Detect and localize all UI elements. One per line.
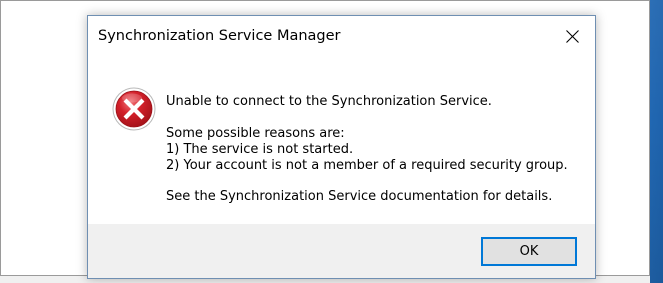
dialog-title: Synchronization Service Manager (98, 28, 341, 44)
dialog-titlebar[interactable]: Synchronization Service Manager (88, 16, 595, 56)
dialog-content: Unable to connect to the Synchronization… (88, 56, 595, 224)
error-reason-2: 2) Your account is not a member of a req… (166, 158, 568, 173)
error-reasons-heading: Some possible reasons are: (166, 126, 345, 141)
error-reason-1: 1) The service is not started. (166, 142, 354, 157)
close-icon (566, 30, 579, 43)
desktop-background: Synchronization Service Manager Unable t… (0, 0, 663, 283)
message-dialog: Synchronization Service Manager Unable t… (87, 15, 596, 279)
ok-button-focus-ring (484, 240, 574, 263)
error-documentation-hint: See the Synchronization Service document… (166, 189, 553, 204)
ok-button[interactable]: OK (481, 237, 577, 266)
error-icon (111, 86, 157, 132)
close-button[interactable] (549, 16, 595, 56)
error-message-main: Unable to connect to the Synchronization… (166, 94, 492, 109)
dialog-footer: OK (88, 224, 595, 278)
